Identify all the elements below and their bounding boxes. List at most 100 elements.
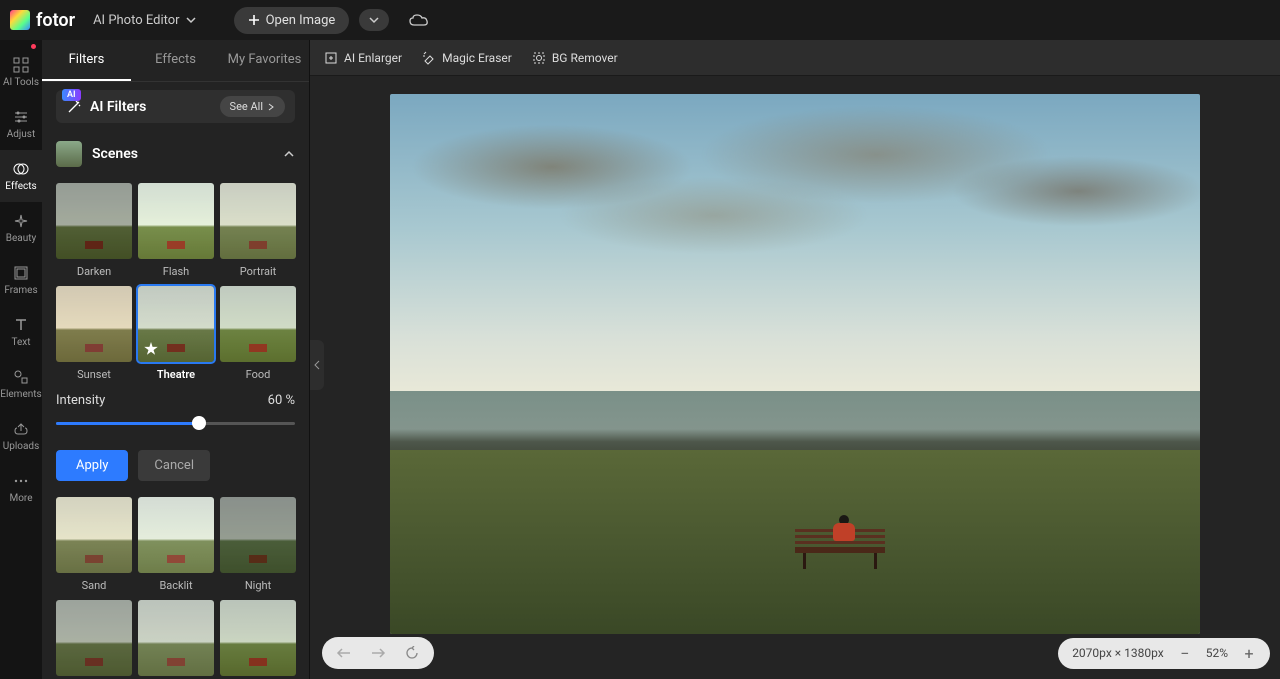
cloud-sync-button[interactable]	[409, 13, 429, 27]
enlarge-icon	[324, 51, 338, 65]
filter-portrait[interactable]: Portrait	[220, 183, 296, 278]
zoom-controls: 2070px × 1380px − 52% +	[1058, 638, 1270, 669]
intensity-slider[interactable]	[56, 408, 295, 438]
frame-icon	[13, 265, 29, 281]
sidebar: Filters Effects My Favorites AI AI Filte…	[42, 40, 310, 679]
collapse-sidebar-tab[interactable]	[310, 340, 324, 390]
notification-dot	[31, 44, 36, 49]
upload-icon	[13, 421, 29, 437]
rail-label: Beauty	[6, 233, 37, 244]
chevron-down-icon	[186, 15, 196, 25]
tab-effects[interactable]: Effects	[131, 40, 220, 81]
filter-backlit[interactable]: Backlit	[138, 497, 214, 592]
ai-filters-card[interactable]: AI AI Filters See All	[56, 90, 295, 123]
tool-ai-enlarger[interactable]: AI Enlarger	[324, 51, 402, 65]
logo[interactable]: fotor	[10, 10, 75, 31]
rail-more[interactable]: More	[0, 462, 42, 514]
wand-icon	[66, 99, 82, 115]
more-icon	[13, 473, 29, 489]
logo-icon	[10, 10, 30, 30]
editor-mode-select[interactable]: AI Photo Editor	[85, 9, 204, 32]
see-all-button[interactable]: See All	[220, 96, 285, 117]
filter-cloudy[interactable]: Cloudy	[138, 600, 214, 679]
tool-label: AI Enlarger	[344, 51, 402, 65]
rail-beauty[interactable]: Beauty	[0, 202, 42, 254]
cloud-icon	[409, 13, 429, 27]
bg-remove-icon	[532, 51, 546, 65]
editor-mode-label: AI Photo Editor	[93, 13, 180, 28]
ai-filters-title: AI Filters	[90, 99, 146, 115]
tool-magic-eraser[interactable]: Magic Eraser	[422, 51, 512, 65]
topbar: fotor AI Photo Editor Open Image	[0, 0, 1280, 40]
sparkle-icon	[13, 213, 29, 229]
tool-bg-remover[interactable]: BG Remover	[532, 51, 618, 65]
intensity-value: 60 %	[268, 393, 295, 408]
grid-icon	[13, 57, 29, 73]
zoom-value: 52%	[1206, 646, 1228, 660]
slider-handle[interactable]	[192, 416, 206, 430]
tool-label: BG Remover	[552, 51, 618, 65]
rail-label: Uploads	[3, 441, 39, 452]
category-thumbnail	[56, 141, 82, 167]
redo-button[interactable]	[368, 643, 388, 663]
rail-uploads[interactable]: Uploads	[0, 410, 42, 462]
panel-body: AI AI Filters See All Scenes Darken F	[42, 82, 309, 679]
rail-frames[interactable]: Frames	[0, 254, 42, 306]
zoom-in-button[interactable]: +	[1242, 644, 1256, 663]
bench-subject	[795, 529, 885, 569]
filter-sand[interactable]: Sand	[56, 497, 132, 592]
filter-sunset[interactable]: Sunset	[56, 286, 132, 381]
chevron-left-icon	[313, 360, 321, 370]
rail-effects[interactable]: Effects	[0, 150, 42, 202]
arrow-left-icon	[336, 647, 352, 659]
intensity-label: Intensity	[56, 393, 105, 408]
zoom-out-button[interactable]: −	[1178, 644, 1192, 663]
open-image-more[interactable]	[359, 9, 389, 31]
sidebar-tabs: Filters Effects My Favorites	[42, 40, 309, 82]
rail-elements[interactable]: Elements	[0, 358, 42, 410]
image-dimensions: 2070px × 1380px	[1072, 646, 1164, 660]
filter-flash[interactable]: Flash	[138, 183, 214, 278]
apply-button[interactable]: Apply	[56, 450, 128, 481]
filter-grid-more: Sand Backlit Night Shade Cloudy Landscap…	[56, 497, 295, 679]
rail-label: Text	[11, 337, 30, 348]
left-rail: AI Tools Adjust Effects Beauty Frames Te…	[0, 40, 42, 679]
rail-ai-tools[interactable]: AI Tools	[0, 46, 42, 98]
image-preview	[390, 94, 1200, 634]
eraser-icon	[422, 51, 436, 65]
canvas-toolbar: AI Enlarger Magic Eraser BG Remover	[310, 40, 1280, 76]
plus-icon	[248, 14, 260, 26]
rail-label: Effects	[5, 181, 36, 192]
filter-night[interactable]: Night	[220, 497, 296, 592]
arrow-right-icon	[370, 647, 386, 659]
rail-adjust[interactable]: Adjust	[0, 98, 42, 150]
favorite-star-icon	[144, 342, 158, 356]
filter-shade[interactable]: Shade	[56, 600, 132, 679]
rail-label: Adjust	[7, 129, 36, 140]
tool-label: Magic Eraser	[442, 51, 512, 65]
reset-button[interactable]	[402, 643, 422, 663]
sliders-icon	[13, 109, 29, 125]
filter-theatre[interactable]: Theatre	[138, 286, 214, 381]
filter-darken[interactable]: Darken	[56, 183, 132, 278]
filter-landscape[interactable]: Landscape	[220, 600, 296, 679]
rail-label: Frames	[4, 285, 37, 296]
category-header[interactable]: Scenes	[56, 133, 295, 175]
cancel-button[interactable]: Cancel	[138, 450, 210, 481]
rail-text[interactable]: Text	[0, 306, 42, 358]
filter-grid: Darken Flash Portrait Sunset Theatre Foo…	[56, 183, 295, 381]
tab-favorites[interactable]: My Favorites	[220, 40, 309, 81]
effects-icon	[13, 161, 29, 177]
rail-label: More	[9, 493, 32, 504]
filter-food[interactable]: Food	[220, 286, 296, 381]
chevron-up-icon	[283, 148, 295, 160]
open-image-button[interactable]: Open Image	[234, 7, 350, 34]
logo-text: fotor	[36, 10, 75, 31]
tab-filters[interactable]: Filters	[42, 40, 131, 81]
intensity-row: Intensity 60 %	[56, 393, 295, 408]
undo-button[interactable]	[334, 643, 354, 663]
canvas-viewport[interactable]	[310, 76, 1280, 679]
category-title: Scenes	[92, 146, 138, 162]
rail-label: AI Tools	[3, 77, 39, 88]
ai-badge: AI	[62, 89, 81, 101]
